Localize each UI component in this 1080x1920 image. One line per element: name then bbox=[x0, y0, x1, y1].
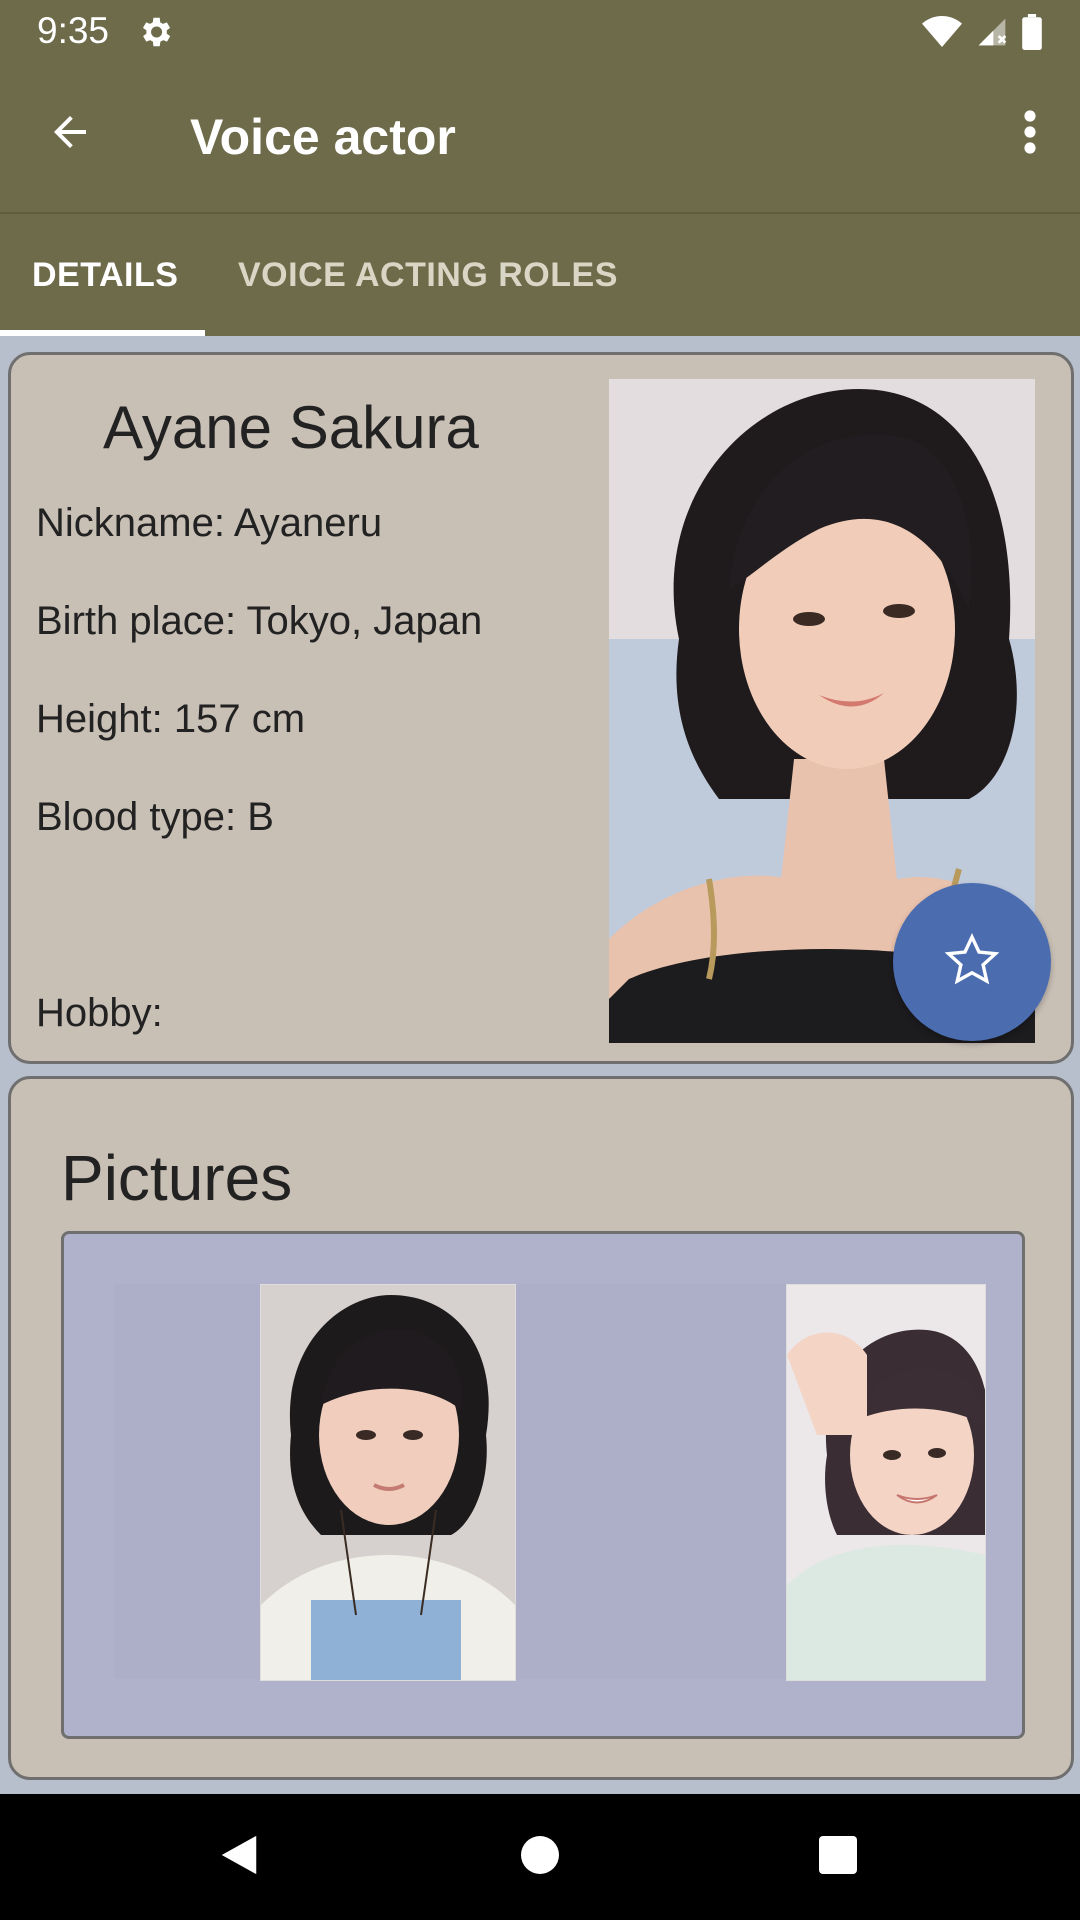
birth-place-text: Birth place: Tokyo, Japan bbox=[36, 599, 483, 643]
battery-icon bbox=[1022, 14, 1042, 55]
blood-type-text: Blood type: B bbox=[36, 795, 274, 839]
hobby-text: Hobby: bbox=[36, 991, 163, 1035]
status-time: 9:35 bbox=[37, 10, 110, 51]
tab-details[interactable]: DETAILS bbox=[32, 214, 178, 336]
favorite-button[interactable] bbox=[893, 883, 1051, 1041]
pictures-title: Pictures bbox=[61, 1142, 293, 1214]
gallery-photo[interactable] bbox=[786, 1284, 986, 1681]
arrow-left-icon bbox=[46, 108, 94, 161]
pictures-card: Pictures bbox=[8, 1076, 1074, 1780]
tab-voice-acting-roles[interactable]: VOICE ACTING ROLES bbox=[238, 214, 618, 336]
nickname-text: Nickname: Ayaneru bbox=[36, 501, 383, 545]
back-triangle-icon bbox=[217, 1832, 261, 1883]
nav-back-button[interactable] bbox=[206, 1824, 272, 1890]
signal-icon bbox=[976, 16, 1008, 53]
app-bar: Voice actor bbox=[0, 64, 1080, 212]
details-card: Ayane Sakura Nickname: Ayaneru Birth pla… bbox=[8, 352, 1074, 1064]
gear-icon bbox=[136, 13, 174, 56]
system-nav-bar bbox=[0, 1794, 1080, 1920]
star-outline-icon bbox=[943, 931, 1001, 994]
pictures-gallery[interactable] bbox=[61, 1231, 1025, 1739]
height-text: Height: 157 cm bbox=[36, 697, 306, 741]
page-title: Voice actor bbox=[190, 109, 456, 165]
tab-bar: DETAILS VOICE ACTING ROLES bbox=[0, 212, 1080, 336]
recents-square-icon bbox=[818, 1835, 858, 1880]
home-circle-icon bbox=[520, 1835, 560, 1880]
nav-home-button[interactable] bbox=[507, 1824, 573, 1890]
gallery-photo[interactable] bbox=[260, 1284, 516, 1681]
overflow-menu-button[interactable] bbox=[1000, 104, 1060, 164]
actor-name: Ayane Sakura bbox=[103, 394, 479, 461]
wifi-icon bbox=[922, 15, 962, 54]
more-vert-icon bbox=[1024, 109, 1036, 159]
status-bar: 9:35 bbox=[0, 0, 1080, 64]
nav-recents-button[interactable] bbox=[805, 1824, 871, 1890]
tab-indicator bbox=[0, 330, 205, 336]
back-button[interactable] bbox=[40, 104, 100, 164]
